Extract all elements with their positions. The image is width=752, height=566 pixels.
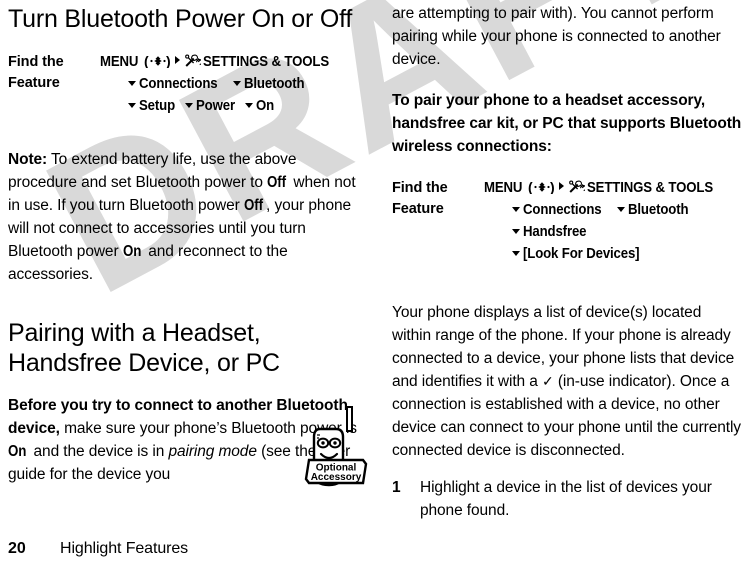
note-text-1: To extend battery life, use the above pr…: [8, 151, 297, 191]
menu-item-bluetooth: Bluetooth: [628, 201, 689, 218]
continued-paragraph: are attempting to pair with). You cannot…: [392, 5, 721, 68]
menu-path: MENU () SETTINGS & TOOLS Connections Blueto…: [484, 177, 744, 265]
note-label: Note:: [8, 151, 48, 168]
page-title: Turn Bluetooth Power On or Off: [8, 5, 353, 33]
settings-tools-icon: [568, 180, 585, 194]
menu-path-row-4: [Look For Devices]: [484, 243, 744, 265]
find-the-feature-label: Find the Feature: [392, 180, 448, 217]
svg-text:(: (: [528, 180, 533, 194]
submenu-arrow-icon: [128, 103, 136, 108]
submenu-arrow-icon: [512, 229, 520, 234]
description-paragraph: Your phone displays a list of device(s) …: [392, 301, 744, 462]
menu-item-look-for-devices: [Look For Devices]: [523, 245, 640, 262]
find-the-feature-label: Find the Feature: [8, 54, 64, 91]
note-token-off-2: Off: [243, 197, 263, 214]
svg-text:): ): [550, 180, 555, 194]
find-the-feature-table-2: Find the Feature MENU () SETTINGS & TOOLS …: [392, 177, 744, 265]
page-footer: 20 Highlight Features: [8, 540, 188, 558]
navigation-key-icon: (): [528, 180, 556, 194]
menu-path-row-1: MENU () SETTINGS & TOOLS: [484, 177, 744, 199]
pairing-intro-text-2: and the device is in: [29, 443, 169, 460]
note-token-on: On: [122, 243, 142, 260]
manual-page: Turn Bluetooth Power On or Off Find the …: [0, 0, 752, 566]
menu-root-label: SETTINGS & TOOLS: [586, 179, 713, 196]
submenu-arrow-icon: [233, 81, 242, 86]
menu-word: MENU: [484, 179, 523, 196]
footer-page-number: 20: [8, 540, 26, 557]
menu-item-connections: Connections: [139, 75, 218, 92]
in-use-check-icon: ✓: [542, 373, 554, 389]
note-token-off-1: Off: [267, 174, 287, 191]
pairing-intro-italic: pairing mode: [168, 443, 257, 460]
pair-lead-paragraph: To pair your phone to a headset accessor…: [392, 92, 742, 155]
note-paragraph: Note: To extend battery life, use the ab…: [8, 148, 360, 286]
menu-root-label: SETTINGS & TOOLS: [202, 53, 329, 70]
svg-text:(: (: [144, 54, 149, 68]
menu-item-power: Power: [195, 97, 235, 114]
optional-accessory-line-2: Accessory: [311, 472, 362, 483]
menu-item-handsfree: Handsfree: [523, 223, 587, 240]
path-arrow-icon: [558, 182, 564, 190]
menu-item-on: On: [256, 97, 275, 114]
menu-item-setup: Setup: [139, 97, 176, 114]
submenu-arrow-icon: [617, 207, 626, 212]
find-the-feature-table-1: Find the Feature MENU () SETTINGS & TOOLS …: [8, 51, 360, 117]
path-arrow-icon: [174, 56, 180, 64]
step-number: 1: [392, 479, 401, 496]
menu-path-row-1: MENU () SETTINGS & TOOLS: [100, 51, 360, 73]
footer-running-title: Highlight Features: [60, 540, 189, 557]
menu-path-row-3: Handsfree: [484, 221, 744, 243]
settings-tools-icon: [184, 54, 201, 68]
optional-accessory-icon: Optional Accessory: [300, 403, 372, 495]
submenu-arrow-icon: [512, 207, 520, 212]
menu-path-row-2: Connections Bluetooth: [100, 73, 360, 95]
svg-text:): ): [166, 54, 171, 68]
right-column: are attempting to pair with). You cannot…: [392, 0, 744, 522]
menu-path-row-2: Connections Bluetooth: [484, 199, 744, 221]
section-heading-pairing: Pairing with a Headset, Handsfree Device…: [8, 319, 280, 377]
numbered-step: 1 Highlight a device in the list of devi…: [392, 476, 744, 522]
pairing-intro-token-on: On: [8, 443, 27, 460]
menu-item-connections: Connections: [523, 201, 602, 218]
navigation-key-icon: (): [144, 54, 172, 68]
menu-item-bluetooth: Bluetooth: [244, 75, 305, 92]
submenu-arrow-icon: [245, 103, 254, 108]
submenu-arrow-icon: [128, 81, 136, 86]
menu-path: MENU () SETTINGS & TOOLS Connections Blueto…: [100, 51, 360, 117]
step-text: Highlight a device in the list of device…: [420, 479, 712, 519]
menu-path-row-3: Setup Power On: [100, 95, 360, 117]
submenu-arrow-icon: [184, 103, 193, 108]
menu-word: MENU: [100, 53, 139, 70]
submenu-arrow-icon: [512, 251, 520, 256]
